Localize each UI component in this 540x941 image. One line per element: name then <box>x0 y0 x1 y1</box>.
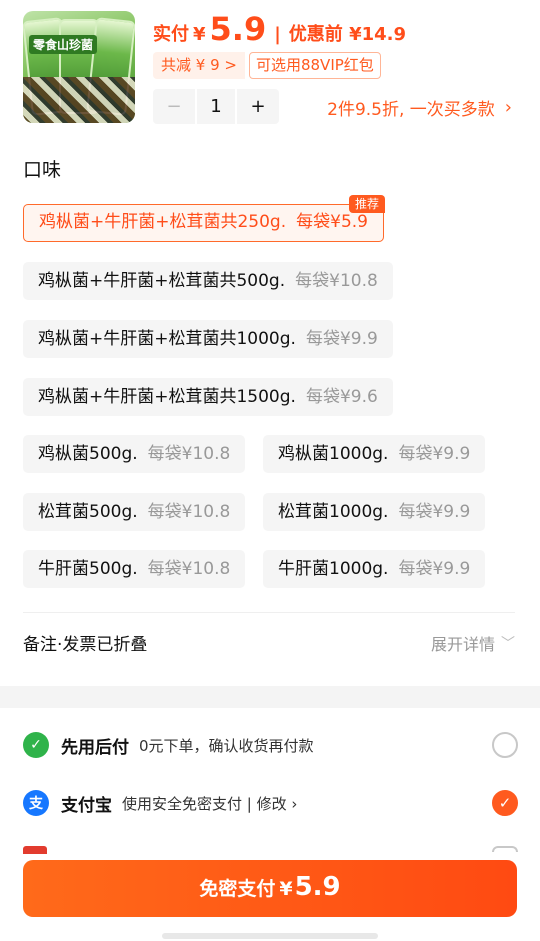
option-price: 每袋¥10.8 <box>295 271 378 291</box>
price-separator: | <box>274 24 281 45</box>
flavor-option[interactable]: 鸡枞菌+牛肝菌+松茸菌共1000g. 每袋¥9.9 <box>23 320 393 358</box>
recommend-badge: 推荐 <box>348 195 385 213</box>
flavor-title: 口味 <box>23 159 62 181</box>
option-price: 每袋¥5.9 <box>296 212 368 232</box>
chevron-down-icon: ﹀ <box>501 635 515 652</box>
alipay-icon: 支 <box>23 790 49 816</box>
option-name: 鸡枞菌+牛肝菌+松茸菌共250g. <box>39 212 287 232</box>
product-contents <box>23 77 135 123</box>
option-price: 每袋¥9.9 <box>398 444 471 464</box>
option-price: 每袋¥9.9 <box>398 559 471 579</box>
option-name: 鸡枞菌+牛肝菌+松茸菌共500g. <box>38 271 286 291</box>
decrease-button[interactable]: − <box>153 89 195 124</box>
option-name: 松茸菌500g. <box>38 502 138 522</box>
pay-button-amount: 5.9 <box>294 872 341 902</box>
option-price: 每袋¥9.6 <box>305 387 378 407</box>
option-name: 鸡枞菌+牛肝菌+松茸菌共1500g. <box>38 387 296 407</box>
pay-amount: 5.9 <box>209 10 267 48</box>
payment-method-name: 支付宝 <box>61 795 112 816</box>
notes-invoice-row[interactable]: 备注·发票已折叠 展开详情 ﹀ <box>23 612 515 672</box>
discount-row: 共减 ¥ 9 > 可选用88VIP红包 <box>153 52 381 79</box>
multi-buy-promo-link[interactable]: 2件9.5折, 一次买多款 › <box>327 95 512 120</box>
option-name: 牛肝菌1000g. <box>278 559 389 579</box>
payment-method-desc: 使用安全免密支付 | 修改 › <box>122 794 298 813</box>
pay-button-label: 免密支付 <box>199 878 276 900</box>
flavor-option[interactable]: 鸡枞菌+牛肝菌+松茸菌共250g. 每袋¥5.9 推荐 <box>23 195 385 242</box>
option-price: 每袋¥10.8 <box>147 502 231 522</box>
pay-later-icon: ✓ <box>23 732 49 758</box>
pay-label: 实付 <box>153 24 189 45</box>
option-name: 鸡枞菌+牛肝菌+松茸菌共1000g. <box>38 329 296 349</box>
option-name: 松茸菌1000g. <box>278 502 389 522</box>
flavor-option[interactable]: 牛肝菌1000g. 每袋¥9.9 <box>263 550 486 588</box>
product-image[interactable]: 零食山珍菌 <box>23 11 135 123</box>
option-price: 每袋¥10.8 <box>147 559 231 579</box>
expand-label: 展开详情 <box>430 634 495 654</box>
payment-method-pay-later[interactable]: ✓ 先用后付 0元下单，确认收货再付款 <box>23 725 518 765</box>
flavor-option[interactable]: 鸡枞菌500g. 每袋¥10.8 <box>23 435 246 473</box>
quantity-input[interactable]: 1 <box>195 89 237 124</box>
flavor-option[interactable]: 鸡枞菌1000g. 每袋¥9.9 <box>263 435 486 473</box>
notes-label: 备注·发票已折叠 <box>23 635 148 655</box>
payment-method-desc: 0元下单，确认收货再付款 <box>139 736 314 755</box>
chevron-right-icon: › <box>504 97 512 118</box>
quantity-stepper: − 1 + <box>153 89 279 124</box>
radio-button-partial <box>492 846 518 852</box>
option-price: 每袋¥9.9 <box>305 329 378 349</box>
flavor-option[interactable]: 松茸菌500g. 每袋¥10.8 <box>23 493 246 531</box>
pay-price-line: 实付 ¥ 5.9 | 优惠前 ¥14.9 <box>153 10 406 50</box>
flavor-option[interactable]: 鸡枞菌+牛肝菌+松茸菌共1500g. 每袋¥9.6 <box>23 378 393 416</box>
increase-button[interactable]: + <box>237 89 279 124</box>
discount-detail-button[interactable]: 共减 ¥ 9 > <box>153 52 245 79</box>
payment-method-name: 先用后付 <box>61 737 129 758</box>
radio-button[interactable] <box>492 732 518 758</box>
flavor-option[interactable]: 牛肝菌500g. 每袋¥10.8 <box>23 550 246 588</box>
pay-button[interactable]: 免密支付 ¥ 5.9 <box>23 860 517 917</box>
expand-details-button[interactable]: 展开详情 ﹀ <box>431 631 515 655</box>
vip-coupon-button[interactable]: 可选用88VIP红包 <box>248 52 381 79</box>
pay-button-currency: ¥ <box>279 878 293 900</box>
option-price: 每袋¥10.8 <box>147 444 231 464</box>
currency-symbol: ¥ <box>193 24 206 45</box>
payment-method-alipay[interactable]: 支 支付宝 使用安全免密支付 | 修改 › ✓ <box>23 783 518 823</box>
option-name: 鸡枞菌500g. <box>38 444 138 464</box>
radio-button-checked[interactable]: ✓ <box>492 790 518 816</box>
payment-method-icon-partial <box>23 846 47 854</box>
option-price: 每袋¥9.9 <box>398 502 471 522</box>
flavor-option[interactable]: 鸡枞菌+牛肝菌+松茸菌共500g. 每袋¥10.8 <box>23 262 393 300</box>
original-price: 优惠前 ¥14.9 <box>288 24 406 45</box>
section-divider <box>0 686 540 708</box>
home-indicator <box>162 933 378 939</box>
product-image-label: 零食山珍菌 <box>29 35 98 54</box>
option-name: 鸡枞菌1000g. <box>278 444 389 464</box>
flavor-option[interactable]: 松茸菌1000g. 每袋¥9.9 <box>263 493 486 531</box>
promo-text: 2件9.5折, 一次买多款 <box>327 100 495 120</box>
option-name: 牛肝菌500g. <box>38 559 138 579</box>
